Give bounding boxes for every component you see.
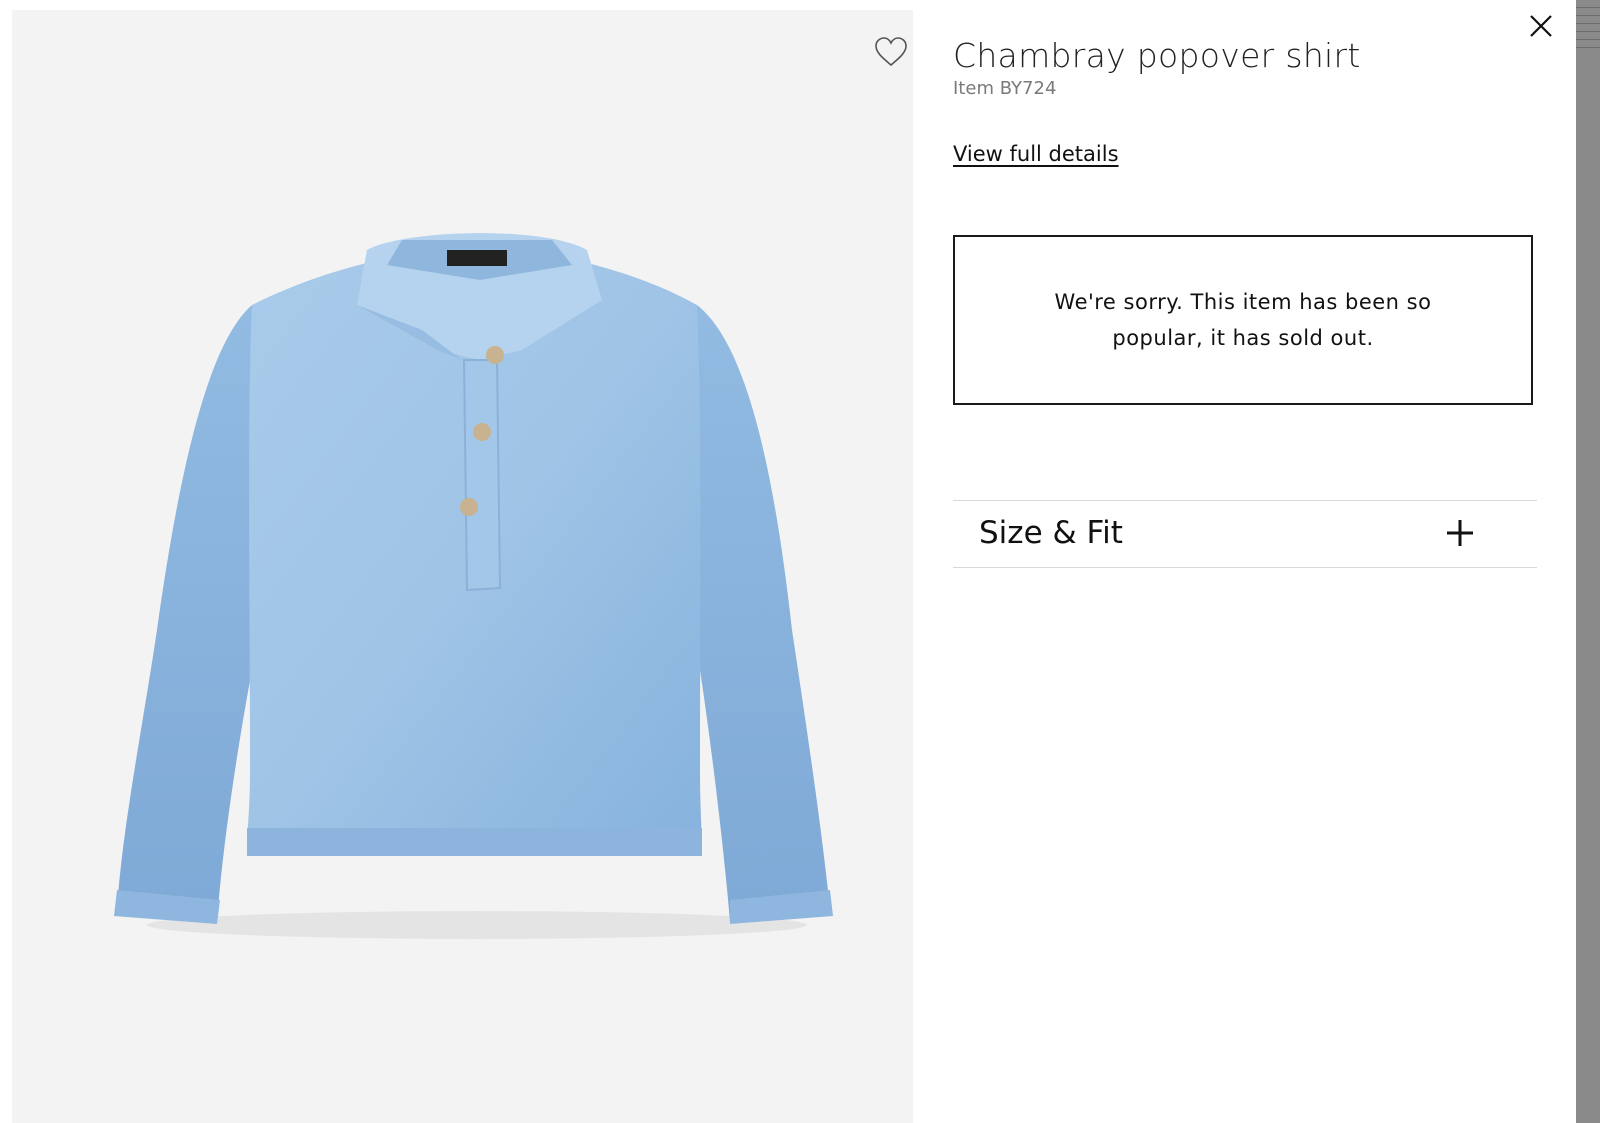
size-fit-label: Size & Fit (979, 515, 1123, 551)
quick-view-modal: Chambray popover shirt Item BY724 View f… (0, 0, 1576, 1123)
plus-icon[interactable] (1446, 519, 1474, 547)
product-image-panel (12, 10, 913, 1123)
quick-view-page: Chambray popover shirt Item BY724 View f… (0, 0, 1600, 1123)
close-icon[interactable] (1528, 13, 1554, 39)
size-fit-accordion[interactable]: Size & Fit (953, 500, 1537, 568)
sold-out-message: We're sorry. This item has been so popul… (1054, 290, 1432, 350)
heart-icon[interactable] (874, 36, 908, 68)
scrollbar[interactable] (1576, 0, 1600, 1123)
view-full-details-link[interactable]: View full details (953, 142, 1119, 166)
item-code: Item BY724 (953, 78, 1057, 99)
product-title: Chambray popover shirt (953, 36, 1361, 75)
sold-out-notice: We're sorry. This item has been so popul… (953, 235, 1533, 405)
product-image (114, 233, 833, 939)
